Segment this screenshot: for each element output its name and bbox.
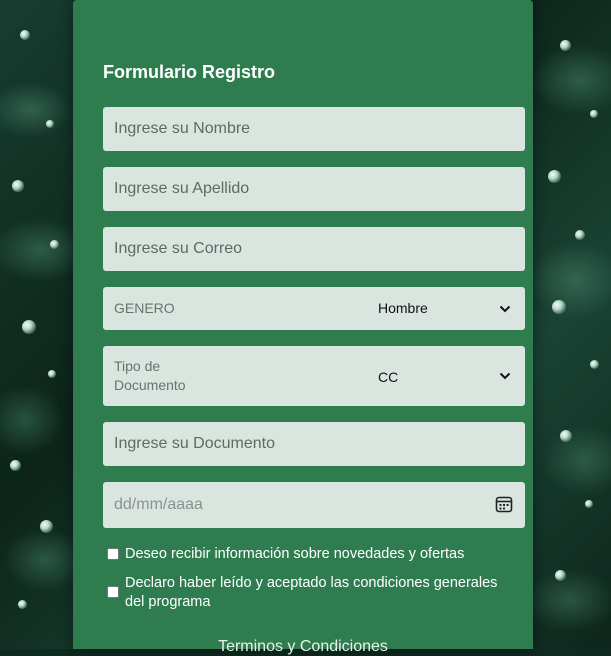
novedades-checkbox-row[interactable]: Deseo recibir información sobre novedade… [107,545,507,565]
tipo-documento-label-line1: Tipo de [114,358,161,374]
nombre-input[interactable] [103,107,525,151]
water-drop [10,460,21,471]
water-drop [48,370,56,378]
chevron-down-icon [499,305,511,313]
fecha-placeholder: dd/mm/aaaa [114,496,203,513]
correo-input[interactable] [103,227,525,271]
water-drop [590,110,598,118]
water-drop [548,170,561,183]
registration-form-panel: Formulario Registro GENERO Hombre Tipo d… [73,0,533,655]
water-drop [12,180,24,192]
novedades-checkbox[interactable] [107,548,119,560]
chevron-down-icon [499,372,511,380]
documento-input[interactable] [103,422,525,466]
condiciones-checkbox-label-line1: Declaro haber leído y aceptado las condi… [125,575,498,591]
calendar-icon[interactable] [495,495,513,513]
water-drop [18,600,27,609]
genero-label: GENERO [114,300,175,316]
form-title: Formulario Registro [103,62,276,82]
water-drop [46,120,54,128]
water-drop [585,500,593,508]
condiciones-checkbox[interactable] [107,586,119,598]
water-drop [22,320,36,334]
fecha-nacimiento-input[interactable]: dd/mm/aaaa [103,482,525,528]
water-drop [560,430,572,442]
water-drop [560,40,571,51]
water-drop [552,300,566,314]
condiciones-checkbox-label-line2: del programa [125,594,211,610]
tipo-documento-select[interactable]: Tipo de Documento CC [103,346,525,406]
condiciones-checkbox-row[interactable]: Declaro haber leído y aceptado las condi… [107,574,507,614]
water-drop [20,30,30,40]
tipo-documento-selected-value: CC [378,369,399,385]
genero-select[interactable]: GENERO Hombre [103,287,525,330]
terms-link[interactable]: Terminos y Condiciones [73,638,533,656]
water-drop [575,230,585,240]
apellido-input[interactable] [103,167,525,211]
water-drop [50,240,59,249]
genero-selected-value: Hombre [378,300,428,316]
water-drop [40,520,53,533]
novedades-checkbox-label: Deseo recibir información sobre novedade… [125,546,465,562]
water-drop [555,570,566,581]
tipo-documento-label-line2: Documento [114,377,186,393]
water-drop [590,360,599,369]
